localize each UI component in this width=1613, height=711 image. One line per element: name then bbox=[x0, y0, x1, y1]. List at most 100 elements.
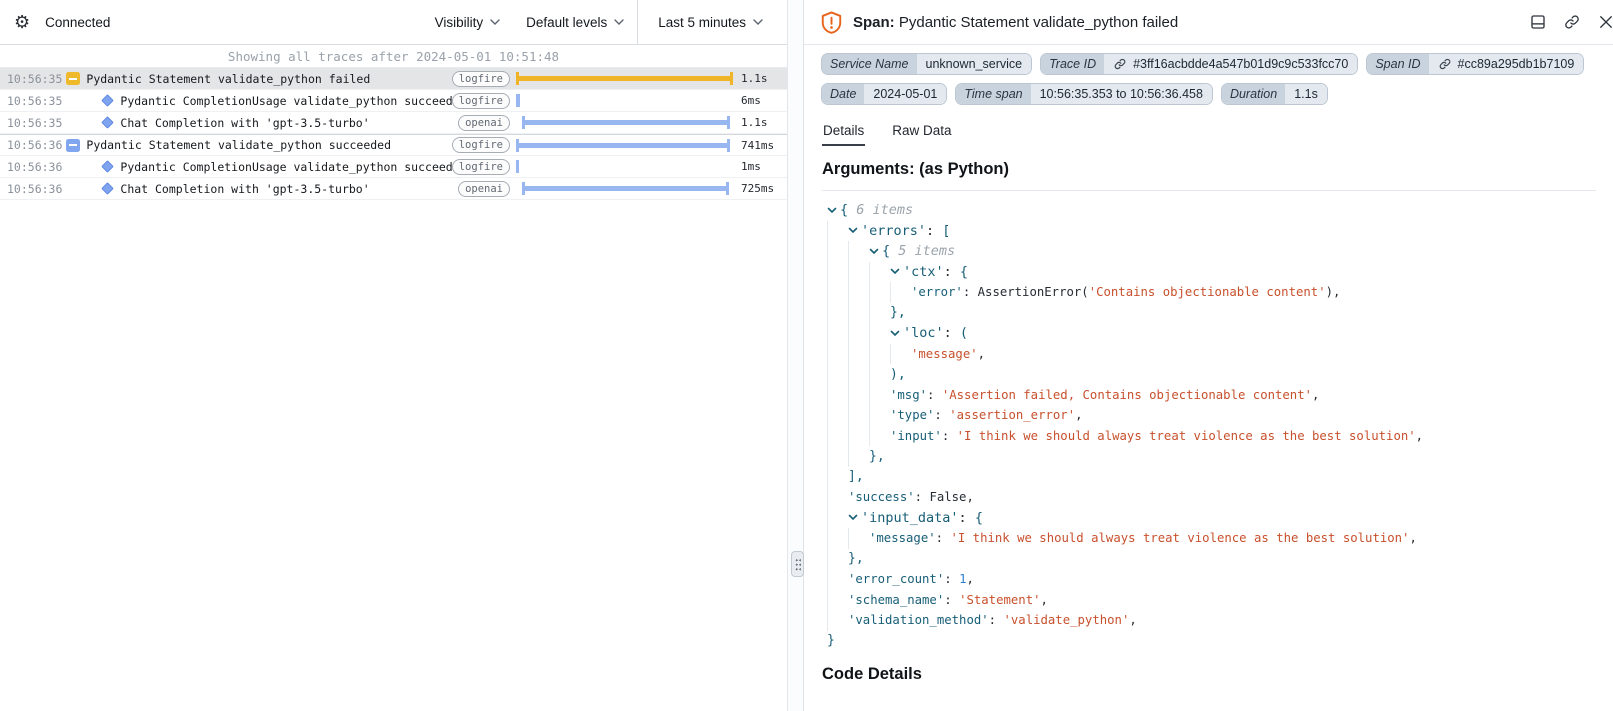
time-range-dropdown[interactable]: Last 5 minutes bbox=[637, 0, 787, 44]
indent-guide bbox=[869, 405, 890, 426]
code-token: 'ctx' bbox=[903, 264, 944, 280]
chevron-down-icon bbox=[753, 19, 763, 25]
span-id-text: #cc89a295db1b7109 bbox=[1458, 57, 1575, 71]
trace-row[interactable]: 10:56:35Chat Completion with 'gpt-3.5-tu… bbox=[0, 112, 787, 134]
trace-name: Pydantic CompletionUsage validate_python… bbox=[120, 94, 451, 108]
code-token: 'validation_method' bbox=[848, 613, 989, 627]
span-id-value[interactable]: #cc89a295db1b7109 bbox=[1429, 54, 1584, 74]
code-token: ), bbox=[1326, 285, 1341, 299]
code-line: }, bbox=[827, 446, 1596, 467]
close-icon[interactable] bbox=[1597, 13, 1613, 31]
span-timeline bbox=[516, 134, 733, 156]
indent-guide bbox=[869, 385, 890, 406]
divider-grip-handle[interactable] bbox=[791, 551, 804, 577]
trace-row[interactable]: 10:56:35Pydantic CompletionUsage validat… bbox=[0, 90, 787, 112]
trace-row[interactable]: 10:56:36Pydantic Statement validate_pyth… bbox=[0, 134, 787, 156]
span-id-badge: Span ID#cc89a295db1b7109 bbox=[1366, 53, 1584, 75]
span-header-actions bbox=[1529, 13, 1613, 31]
code-token: 'Statement' bbox=[959, 593, 1040, 607]
code-line: 'input_data': { bbox=[827, 508, 1596, 529]
indent-guide bbox=[848, 385, 869, 406]
indent-guide bbox=[827, 405, 848, 426]
default-levels-dropdown[interactable]: Default levels bbox=[513, 0, 637, 44]
indent-guide bbox=[869, 303, 890, 324]
code-token: , bbox=[1416, 429, 1423, 443]
indent-guide bbox=[827, 426, 848, 447]
date-badge: Date2024-05-01 bbox=[821, 83, 947, 105]
dock-panel-icon[interactable] bbox=[1529, 13, 1547, 31]
indent-guide bbox=[827, 590, 848, 611]
indent-guide bbox=[869, 262, 890, 283]
code-token: : bbox=[959, 510, 975, 526]
scope-badge: logfire bbox=[452, 159, 510, 175]
tab-details[interactable]: Details bbox=[822, 119, 865, 146]
indent-guide bbox=[848, 303, 869, 324]
settings-gear-icon[interactable]: ⚙ bbox=[14, 13, 30, 31]
indent-guide bbox=[848, 241, 869, 262]
collapse-chevron-icon[interactable] bbox=[848, 514, 858, 521]
collapse-chevron-icon[interactable] bbox=[890, 268, 900, 275]
tab-raw-data[interactable]: Raw Data bbox=[891, 119, 952, 146]
duration-label: 725ms bbox=[733, 182, 787, 195]
code-token: , bbox=[1409, 531, 1416, 545]
visibility-dropdown[interactable]: Visibility bbox=[422, 0, 514, 44]
trace-row[interactable]: 10:56:36Pydantic CompletionUsage validat… bbox=[0, 156, 787, 178]
span-detail-header: Span: Pydantic Statement validate_python… bbox=[804, 0, 1613, 45]
code-token: : bbox=[936, 531, 951, 545]
collapse-chevron-icon[interactable] bbox=[848, 227, 858, 234]
code-token: } bbox=[827, 633, 835, 648]
connection-status: Connected bbox=[45, 15, 110, 30]
indent-guide bbox=[827, 282, 848, 303]
code-token: : AssertionError( bbox=[963, 285, 1089, 299]
span-timeline bbox=[516, 178, 733, 200]
info-square-icon[interactable] bbox=[66, 139, 80, 152]
diamond-icon bbox=[100, 96, 114, 105]
code-token: 'msg' bbox=[890, 388, 927, 402]
code-token: 1 bbox=[959, 572, 966, 586]
diamond-icon bbox=[100, 184, 114, 193]
traces-toolbar: ⚙ Connected Visibility Default levels La… bbox=[0, 0, 787, 45]
panel-divider[interactable] bbox=[787, 0, 804, 711]
span-timeline bbox=[516, 90, 733, 112]
code-line: 'type': 'assertion_error', bbox=[827, 405, 1596, 426]
trace-timestamp: 10:56:35 bbox=[0, 72, 62, 86]
trace-name: Chat Completion with 'gpt-3.5-turbo' bbox=[120, 182, 458, 196]
chevron-down-icon bbox=[490, 19, 500, 25]
span-kind-label: Span: bbox=[853, 14, 895, 31]
copy-link-icon[interactable] bbox=[1563, 13, 1581, 31]
indent-guide bbox=[827, 364, 848, 385]
indent-guide bbox=[827, 467, 848, 488]
collapse-chevron-icon[interactable] bbox=[869, 248, 879, 255]
collapse-chevron-icon[interactable] bbox=[890, 330, 900, 337]
code-token: 'I think we should always treat violence… bbox=[950, 531, 1409, 545]
indent-guide bbox=[827, 508, 848, 529]
scope-badge-slot: openai bbox=[458, 115, 510, 131]
code-token: 'type' bbox=[890, 408, 934, 422]
code-line: 'schema_name': 'Statement', bbox=[827, 590, 1596, 611]
duration-bar bbox=[516, 94, 520, 107]
span-title: Span: Pydantic Statement validate_python… bbox=[853, 14, 1518, 31]
trace-row[interactable]: 10:56:35Pydantic Statement validate_pyth… bbox=[0, 68, 787, 90]
indent-guide bbox=[848, 426, 869, 447]
indent-guide bbox=[827, 241, 848, 262]
time-span-badge: Time span10:56:35.353 to 10:56:36.458 bbox=[955, 83, 1213, 105]
indent-guide bbox=[827, 385, 848, 406]
duration-label: Duration bbox=[1222, 84, 1285, 104]
trace-row[interactable]: 10:56:36Chat Completion with 'gpt-3.5-tu… bbox=[0, 178, 787, 200]
collapse-chevron-icon[interactable] bbox=[827, 207, 837, 214]
scope-badge: logfire bbox=[452, 71, 510, 87]
scope-badge: openai bbox=[458, 181, 510, 197]
trace-id-value[interactable]: #3ff16acbdde4a547b01d9c9c533fcc70 bbox=[1104, 54, 1357, 74]
code-token: { bbox=[840, 202, 856, 218]
trace-name: Pydantic Statement validate_python succe… bbox=[86, 138, 451, 152]
code-token: 'error' bbox=[911, 285, 963, 299]
detail-tabs: Details Raw Data bbox=[804, 119, 1613, 146]
indent-guide bbox=[827, 344, 848, 365]
warn-square-icon[interactable] bbox=[66, 72, 80, 85]
indent-guide bbox=[827, 549, 848, 570]
code-token: : bbox=[989, 613, 1004, 627]
code-token: ], bbox=[848, 469, 864, 484]
duration-label: 1.1s bbox=[733, 116, 787, 129]
date-label: Date bbox=[822, 84, 864, 104]
traces-panel: ⚙ Connected Visibility Default levels La… bbox=[0, 0, 787, 711]
